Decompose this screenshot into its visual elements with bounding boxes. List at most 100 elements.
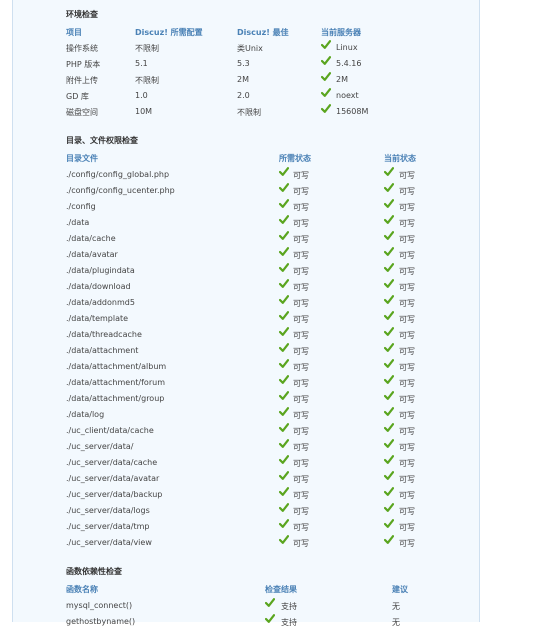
funcs-header-2: 建议 (392, 585, 408, 594)
dir-required: 可写 (293, 491, 309, 500)
dir-required: 可写 (293, 299, 309, 308)
check-icon (279, 327, 291, 337)
check-icon (384, 455, 396, 465)
env-required: 不限制 (135, 44, 159, 53)
check-icon (265, 598, 277, 608)
dir-required: 可写 (293, 507, 309, 516)
dir-required: 可写 (293, 427, 309, 436)
check-icon (384, 519, 396, 529)
dir-path: ./uc_server/data/view (66, 538, 152, 547)
dir-current: 可写 (399, 315, 415, 324)
env-header-2: Discuz! 最佳 (237, 28, 289, 37)
section-title-funcs: 函数依赖性检查 (66, 567, 122, 576)
check-icon (279, 167, 291, 177)
check-icon (384, 311, 396, 321)
funcs-header-0: 函数名称 (66, 585, 98, 594)
section-title-env: 环境检查 (66, 10, 98, 19)
dir-current: 可写 (399, 443, 415, 452)
dir-current: 可写 (399, 395, 415, 404)
check-icon (279, 311, 291, 321)
check-icon (384, 231, 396, 241)
check-icon (279, 359, 291, 369)
check-icon (384, 503, 396, 513)
check-icon (279, 455, 291, 465)
env-header-3: 当前服务器 (321, 28, 361, 37)
dir-path: ./uc_server/data/tmp (66, 522, 150, 531)
dir-path: ./data/addonmd5 (66, 298, 135, 307)
dir-path: ./data/avatar (66, 250, 118, 259)
check-icon (279, 503, 291, 513)
check-icon (384, 407, 396, 417)
check-icon (279, 279, 291, 289)
check-icon (279, 247, 291, 257)
dir-current: 可写 (399, 491, 415, 500)
env-header-0: 项目 (66, 28, 82, 37)
dir-required: 可写 (293, 219, 309, 228)
check-icon (384, 439, 396, 449)
check-icon (279, 199, 291, 209)
dir-required: 可写 (293, 523, 309, 532)
check-icon (279, 471, 291, 481)
check-icon (384, 535, 396, 545)
dir-required: 可写 (293, 251, 309, 260)
dir-required: 可写 (293, 235, 309, 244)
dir-required: 可写 (293, 283, 309, 292)
dir-current: 可写 (399, 235, 415, 244)
dir-required: 可写 (293, 171, 309, 180)
dirs-header-1: 所需状态 (279, 154, 311, 163)
dir-current: 可写 (399, 363, 415, 372)
check-icon (279, 375, 291, 385)
dir-path: ./data/template (66, 314, 129, 323)
dir-path: ./data (66, 218, 90, 227)
check-icon (279, 407, 291, 417)
funcs-header-1: 检查结果 (265, 585, 297, 594)
check-icon (279, 183, 291, 193)
dir-current: 可写 (399, 203, 415, 212)
check-icon (384, 295, 396, 305)
dir-current: 可写 (399, 475, 415, 484)
check-icon (384, 279, 396, 289)
check-icon (321, 40, 333, 50)
check-icon (384, 327, 396, 337)
env-required: 1.0 (135, 91, 148, 100)
dir-current: 可写 (399, 299, 415, 308)
check-icon (279, 439, 291, 449)
check-icon (279, 487, 291, 497)
dir-path: ./uc_server/data/backup (66, 490, 163, 499)
dir-path: ./data/download (66, 282, 131, 291)
env-required: 5.1 (135, 59, 148, 68)
dir-required: 可写 (293, 267, 309, 276)
check-icon (321, 104, 333, 114)
dir-current: 可写 (399, 331, 415, 340)
check-icon (384, 471, 396, 481)
env-current: 15608M (336, 107, 369, 116)
dir-path: ./uc_server/data/logs (66, 506, 150, 515)
env-required: 不限制 (135, 76, 159, 85)
env-item: GD 库 (66, 92, 89, 101)
env-best: 2M (237, 75, 249, 84)
dir-current: 可写 (399, 347, 415, 356)
dir-path: ./uc_client/data/cache (66, 426, 154, 435)
dir-current: 可写 (399, 171, 415, 180)
check-icon (384, 391, 396, 401)
env-item: 操作系统 (66, 44, 98, 53)
check-icon (384, 183, 396, 193)
check-icon (384, 215, 396, 225)
func-result: 支持 (281, 602, 297, 611)
env-best: 2.0 (237, 91, 250, 100)
dir-path: ./uc_server/data/avatar (66, 474, 160, 483)
check-icon (279, 343, 291, 353)
env-best: 类Unix (237, 44, 263, 53)
check-icon (279, 391, 291, 401)
func-result: 支持 (281, 618, 297, 627)
dir-path: ./config/config_global.php (66, 170, 170, 179)
dir-required: 可写 (293, 331, 309, 340)
dir-required: 可写 (293, 443, 309, 452)
dir-required: 可写 (293, 539, 309, 548)
check-icon (279, 423, 291, 433)
env-best: 不限制 (237, 108, 261, 117)
dir-current: 可写 (399, 187, 415, 196)
dir-required: 可写 (293, 363, 309, 372)
dir-current: 可写 (399, 379, 415, 388)
dir-path: ./data/cache (66, 234, 116, 243)
